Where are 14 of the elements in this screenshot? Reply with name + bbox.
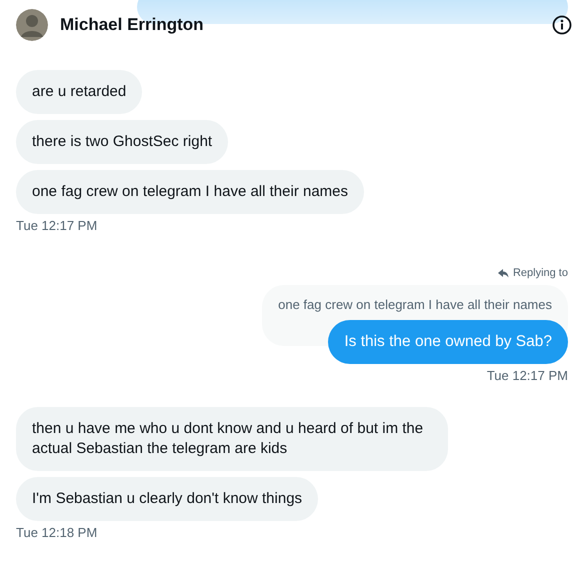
timestamp: Tue 12:17 PM <box>486 368 568 383</box>
avatar[interactable] <box>16 9 48 41</box>
message-bubble: there is two GhostSec right <box>16 120 228 164</box>
info-icon[interactable] <box>552 15 572 35</box>
message-bubble: one fag crew on telegram I have all their names <box>16 170 364 214</box>
message-bubble: I'm Sebastian u clearly don't know things <box>16 477 318 521</box>
message-bubble: Is this the one owned by Sab? <box>328 320 568 364</box>
reply-icon <box>498 268 509 278</box>
contact-name[interactable]: Michael Errington <box>60 15 540 35</box>
message-bubble: are u retarded <box>16 70 142 114</box>
message-bubble: then u have me who u dont know and u heard of but im the actual Sebastian the telegram are kids <box>16 407 448 471</box>
timestamp: Tue 12:17 PM <box>16 218 98 233</box>
replying-label: Replying to <box>512 267 568 279</box>
timestamp: Tue 12:18 PM <box>16 525 98 540</box>
